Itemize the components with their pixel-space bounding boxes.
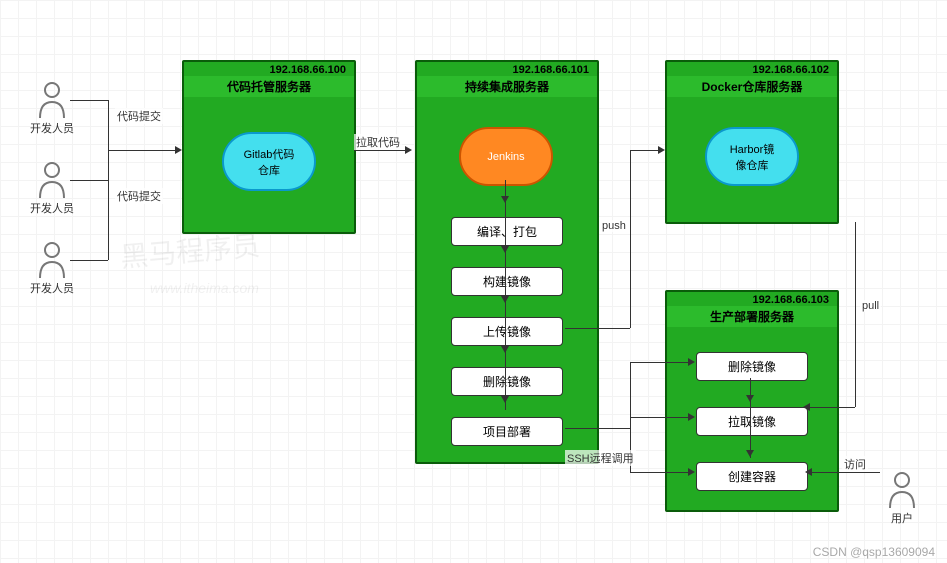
server-ip: 192.168.66.102 <box>667 62 837 76</box>
server-title: 代码托管服务器 <box>184 76 354 97</box>
arrow-head <box>688 468 695 476</box>
server-jenkins: 192.168.66.101 持续集成服务器 Jenkins 编译、打包 构建镜… <box>415 60 599 464</box>
arrow-head <box>805 468 812 476</box>
server-title: 生产部署服务器 <box>667 306 837 327</box>
person-icon <box>35 80 69 120</box>
arrow-head <box>501 196 509 203</box>
cloud-harbor: Harbor镜 像仓库 <box>705 127 799 186</box>
person-icon <box>885 470 919 510</box>
arrow <box>354 150 408 151</box>
arrow <box>630 417 690 418</box>
end-user: 用户 <box>885 470 919 526</box>
arrow <box>505 180 506 410</box>
arrow <box>565 328 630 329</box>
arrow <box>108 100 109 150</box>
arrow-head <box>501 246 509 253</box>
developer-label: 开发人员 <box>30 120 74 136</box>
arrow <box>70 180 108 181</box>
arrow <box>108 150 109 260</box>
credit-text: CSDN @qsp13609094 <box>813 545 935 559</box>
arrow-head <box>405 146 412 154</box>
cloud-jenkins: Jenkins <box>459 127 553 186</box>
edge-label: 访问 <box>842 456 868 472</box>
arrow <box>70 100 108 101</box>
jenkins-step: 构建镜像 <box>451 267 563 296</box>
prod-step: 删除镜像 <box>696 352 808 381</box>
arrow-head <box>175 146 182 154</box>
jenkins-step: 编译、打包 <box>451 217 563 246</box>
arrow-head <box>501 346 509 353</box>
edge-label: pull <box>860 300 881 312</box>
server-title: Docker仓库服务器 <box>667 76 837 97</box>
arrow <box>630 472 690 473</box>
arrow <box>70 260 108 261</box>
developer-2: 开发人员 <box>30 160 74 216</box>
jenkins-step: 删除镜像 <box>451 367 563 396</box>
server-title: 持续集成服务器 <box>417 76 597 97</box>
server-harbor: 192.168.66.102 Docker仓库服务器 Harbor镜 像仓库 <box>665 60 839 224</box>
jenkins-step: 项目部署 <box>451 417 563 446</box>
prod-step: 创建容器 <box>696 462 808 491</box>
arrow-head <box>501 296 509 303</box>
person-icon <box>35 240 69 280</box>
arrow-head <box>746 395 754 402</box>
arrow <box>630 362 690 363</box>
edge-label: 拉取代码 <box>354 134 402 150</box>
user-label: 用户 <box>885 510 919 526</box>
arrow-head <box>501 396 509 403</box>
server-ip: 192.168.66.101 <box>417 62 597 76</box>
arrow <box>855 222 856 407</box>
arrow <box>108 150 178 151</box>
edge-label: push <box>600 220 628 232</box>
edge-label: 代码提交 <box>115 188 163 204</box>
arrow <box>750 378 751 458</box>
developer-label: 开发人员 <box>30 200 74 216</box>
arrow-head <box>803 403 810 411</box>
person-icon <box>35 160 69 200</box>
arrow <box>630 150 631 328</box>
arrow-head <box>688 358 695 366</box>
server-ip: 192.168.66.100 <box>184 62 354 76</box>
developer-3: 开发人员 <box>30 240 74 296</box>
arrow-head <box>746 450 754 457</box>
arrow <box>808 407 855 408</box>
arrow <box>565 428 630 429</box>
arrow-head <box>658 146 665 154</box>
server-ip: 192.168.66.103 <box>667 292 837 306</box>
cloud-gitlab: Gitlab代码 仓库 <box>222 132 316 191</box>
watermark-url: www.itheima.com <box>150 280 259 296</box>
edge-label: 代码提交 <box>115 108 163 124</box>
server-gitlab: 192.168.66.100 代码托管服务器 Gitlab代码 仓库 <box>182 60 356 234</box>
edge-label: SSH远程调用 <box>565 450 636 466</box>
jenkins-step: 上传镜像 <box>451 317 563 346</box>
arrow-head <box>688 413 695 421</box>
developer-label: 开发人员 <box>30 280 74 296</box>
prod-step: 拉取镜像 <box>696 407 808 436</box>
arrow <box>810 472 880 473</box>
arrow <box>630 150 660 151</box>
developer-1: 开发人员 <box>30 80 74 136</box>
